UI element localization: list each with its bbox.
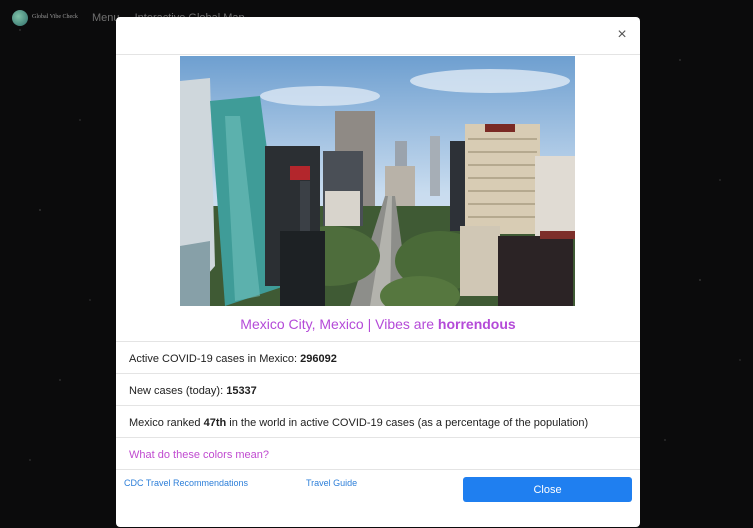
rank-value: 47th <box>203 417 227 429</box>
active-cases-value: 296092 <box>300 353 337 365</box>
close-button[interactable]: Close <box>463 477 632 502</box>
rank-row: Mexico ranked 47th in the world in activ… <box>116 405 640 438</box>
new-cases-label: New cases (today): <box>129 385 227 397</box>
travel-guide-link[interactable]: Travel Guide <box>306 478 357 488</box>
city-info-modal: × Mexico City, Mexico | Vibes are horren… <box>116 17 640 527</box>
colors-help-link[interactable]: What do these colors mean? <box>129 449 269 461</box>
new-cases-value: 15337 <box>226 385 257 397</box>
active-cases-label: Active COVID-19 cases in Mexico: <box>129 353 301 365</box>
globe-logo-icon[interactable] <box>12 10 28 26</box>
city-photo <box>180 56 575 306</box>
cdc-travel-link[interactable]: CDC Travel Recommendations <box>124 478 248 488</box>
new-cases-row: New cases (today): 15337 <box>116 373 640 406</box>
close-icon[interactable]: × <box>614 27 630 43</box>
colors-help-row: What do these colors mean? <box>116 437 640 470</box>
vibe-rating: horrendous <box>437 316 516 332</box>
city-vibe-prefix: Mexico City, Mexico | Vibes are <box>240 316 438 332</box>
brand-name: Global Vibe Check <box>32 14 78 20</box>
rank-prefix: Mexico ranked <box>129 417 204 429</box>
city-vibe-title: Mexico City, Mexico | Vibes are horrendo… <box>116 316 640 332</box>
modal-header: × <box>116 17 640 55</box>
rank-suffix: in the world in active COVID-19 cases (a… <box>226 417 589 429</box>
active-cases-row: Active COVID-19 cases in Mexico: 296092 <box>116 341 640 374</box>
city-skyline-image <box>180 56 575 306</box>
modal-footer: CDC Travel Recommendations Travel Guide … <box>116 469 640 528</box>
